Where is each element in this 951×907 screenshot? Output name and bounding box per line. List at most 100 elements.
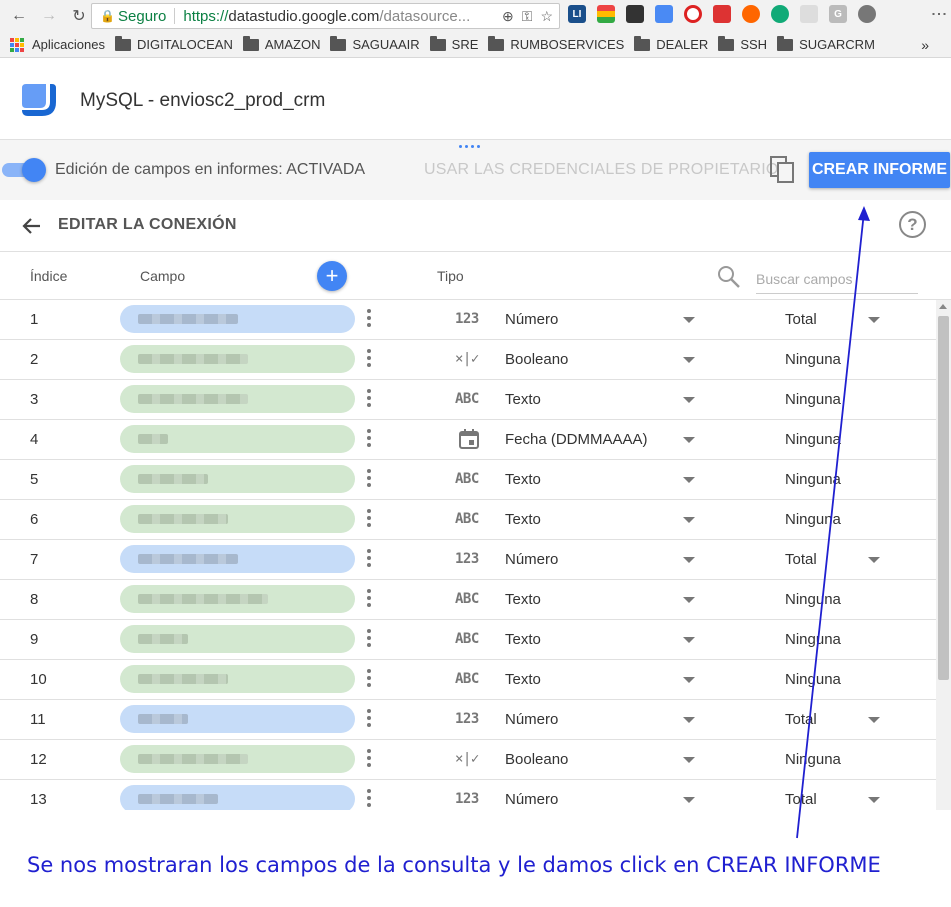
back-arrow-icon[interactable]: ← xyxy=(8,5,30,27)
metric-field-chip[interactable] xyxy=(120,705,355,733)
chat-extension-icon[interactable] xyxy=(771,5,789,23)
puzzle-extension-icon[interactable] xyxy=(858,5,876,23)
type-dropdown-caret-icon[interactable] xyxy=(683,357,695,363)
bookmark-apps[interactable]: Aplicaciones xyxy=(10,37,105,52)
type-dropdown-value[interactable]: Fecha (DDMMAAAA) xyxy=(505,431,648,448)
stack-extension-icon[interactable] xyxy=(597,5,615,23)
aggregation-dropdown-caret-icon[interactable] xyxy=(868,557,880,563)
scroll-up-arrow-icon[interactable] xyxy=(939,304,947,309)
aggregation-value[interactable]: Ninguna xyxy=(785,591,841,608)
more-vert-icon[interactable] xyxy=(367,309,373,327)
aggregation-value[interactable]: Ninguna xyxy=(785,671,841,688)
type-dropdown-caret-icon[interactable] xyxy=(683,437,695,443)
type-dropdown-caret-icon[interactable] xyxy=(683,717,695,723)
metric-field-chip[interactable] xyxy=(120,545,355,573)
type-dropdown-caret-icon[interactable] xyxy=(683,477,695,483)
translate-extension-icon[interactable] xyxy=(655,5,673,23)
more-vert-icon[interactable] xyxy=(367,429,373,447)
forward-arrow-icon[interactable]: → xyxy=(38,5,60,27)
type-dropdown-value[interactable]: Booleano xyxy=(505,751,568,768)
type-dropdown-value[interactable]: Texto xyxy=(505,471,541,488)
aggregation-value[interactable]: Ninguna xyxy=(785,631,841,648)
type-dropdown-caret-icon[interactable] xyxy=(683,677,695,683)
type-dropdown-caret-icon[interactable] xyxy=(683,637,695,643)
more-vert-icon[interactable] xyxy=(367,349,373,367)
aggregation-value[interactable]: Total xyxy=(785,791,817,808)
type-dropdown-caret-icon[interactable] xyxy=(683,597,695,603)
more-vert-icon[interactable] xyxy=(367,389,373,407)
bookmark-folder[interactable]: SAGUAAIR xyxy=(330,35,420,52)
bookmark-folder[interactable]: DIGITALOCEAN xyxy=(115,35,233,52)
more-vert-icon[interactable] xyxy=(367,789,373,807)
type-dropdown-value[interactable]: Número xyxy=(505,711,558,728)
search-fields-input[interactable] xyxy=(756,264,918,294)
back-arrow-icon[interactable] xyxy=(20,214,44,238)
type-dropdown-caret-icon[interactable] xyxy=(683,317,695,323)
aggregation-value[interactable]: Ninguna xyxy=(785,391,841,408)
drag-handle-icon[interactable] xyxy=(459,145,480,148)
dimension-field-chip[interactable] xyxy=(120,585,355,613)
aggregation-value[interactable]: Total xyxy=(785,711,817,728)
type-dropdown-value[interactable]: Texto xyxy=(505,591,541,608)
type-dropdown-caret-icon[interactable] xyxy=(683,797,695,803)
browser-menu-icon[interactable]: ⋮ xyxy=(930,6,947,22)
blank-extension-icon[interactable] xyxy=(800,5,818,23)
type-dropdown-value[interactable]: Booleano xyxy=(505,351,568,368)
type-dropdown-caret-icon[interactable] xyxy=(683,757,695,763)
bookmark-folder[interactable]: AMAZON xyxy=(242,35,320,52)
type-dropdown-caret-icon[interactable] xyxy=(683,397,695,403)
type-dropdown-value[interactable]: Número xyxy=(505,311,558,328)
more-vert-icon[interactable] xyxy=(367,509,373,527)
reload-icon[interactable]: ↻ xyxy=(68,5,90,27)
dimension-field-chip[interactable] xyxy=(120,625,355,653)
type-dropdown-value[interactable]: Texto xyxy=(505,511,541,528)
type-dropdown-value[interactable]: Texto xyxy=(505,671,541,688)
bookmark-folder[interactable]: SRE xyxy=(429,35,478,52)
fire-extension-icon[interactable] xyxy=(742,5,760,23)
bookmark-folder[interactable]: SUGARCRM xyxy=(777,35,875,52)
zoom-icon[interactable]: ⊕ xyxy=(502,8,514,25)
aggregation-value[interactable]: Total xyxy=(785,311,817,328)
aggregation-dropdown-caret-icon[interactable] xyxy=(868,717,880,723)
dimension-field-chip[interactable] xyxy=(120,665,355,693)
bookmark-folder[interactable]: RUMBOSERVICES xyxy=(488,35,624,52)
help-icon[interactable]: ? xyxy=(899,211,926,238)
aggregation-value[interactable]: Ninguna xyxy=(785,351,841,368)
aggregation-value[interactable]: Ninguna xyxy=(785,511,841,528)
aggregation-value[interactable]: Total xyxy=(785,551,817,568)
more-bookmarks-chevron-icon[interactable]: » xyxy=(921,37,929,53)
metric-field-chip[interactable] xyxy=(120,305,355,333)
bookmark-folder[interactable]: DEALER xyxy=(634,35,708,52)
table-scrollbar[interactable] xyxy=(936,300,951,810)
type-dropdown-caret-icon[interactable] xyxy=(683,517,695,523)
key-icon[interactable]: ⚿ xyxy=(522,8,533,25)
star-icon[interactable]: ☆ xyxy=(540,8,553,25)
dimension-field-chip[interactable] xyxy=(120,345,355,373)
more-vert-icon[interactable] xyxy=(367,629,373,647)
aggregation-value[interactable]: Ninguna xyxy=(785,431,841,448)
address-bar[interactable]: 🔒 Seguro https:// datastudio.google.com … xyxy=(91,3,560,29)
type-dropdown-caret-icon[interactable] xyxy=(683,557,695,563)
dimension-field-chip[interactable] xyxy=(120,745,355,773)
field-editing-toggle[interactable] xyxy=(2,158,46,182)
aggregation-dropdown-caret-icon[interactable] xyxy=(868,317,880,323)
dimension-field-chip[interactable] xyxy=(120,425,355,453)
add-field-button[interactable]: + xyxy=(317,261,347,291)
metric-field-chip[interactable] xyxy=(120,785,355,810)
type-dropdown-value[interactable]: Número xyxy=(505,791,558,808)
more-vert-icon[interactable] xyxy=(367,469,373,487)
more-vert-icon[interactable] xyxy=(367,669,373,687)
type-dropdown-value[interactable]: Texto xyxy=(505,631,541,648)
type-dropdown-value[interactable]: Número xyxy=(505,551,558,568)
aggregation-dropdown-caret-icon[interactable] xyxy=(868,797,880,803)
film-extension-icon[interactable] xyxy=(626,5,644,23)
more-vert-icon[interactable] xyxy=(367,589,373,607)
dimension-field-chip[interactable] xyxy=(120,385,355,413)
edit-connection-title[interactable]: EDITAR LA CONEXIÓN xyxy=(58,216,237,234)
data-studio-logo-icon[interactable] xyxy=(22,84,56,116)
more-vert-icon[interactable] xyxy=(367,749,373,767)
aggregation-value[interactable]: Ninguna xyxy=(785,751,841,768)
dimension-field-chip[interactable] xyxy=(120,465,355,493)
copy-icon[interactable] xyxy=(770,156,796,184)
g-extension-icon[interactable]: G xyxy=(829,5,847,23)
